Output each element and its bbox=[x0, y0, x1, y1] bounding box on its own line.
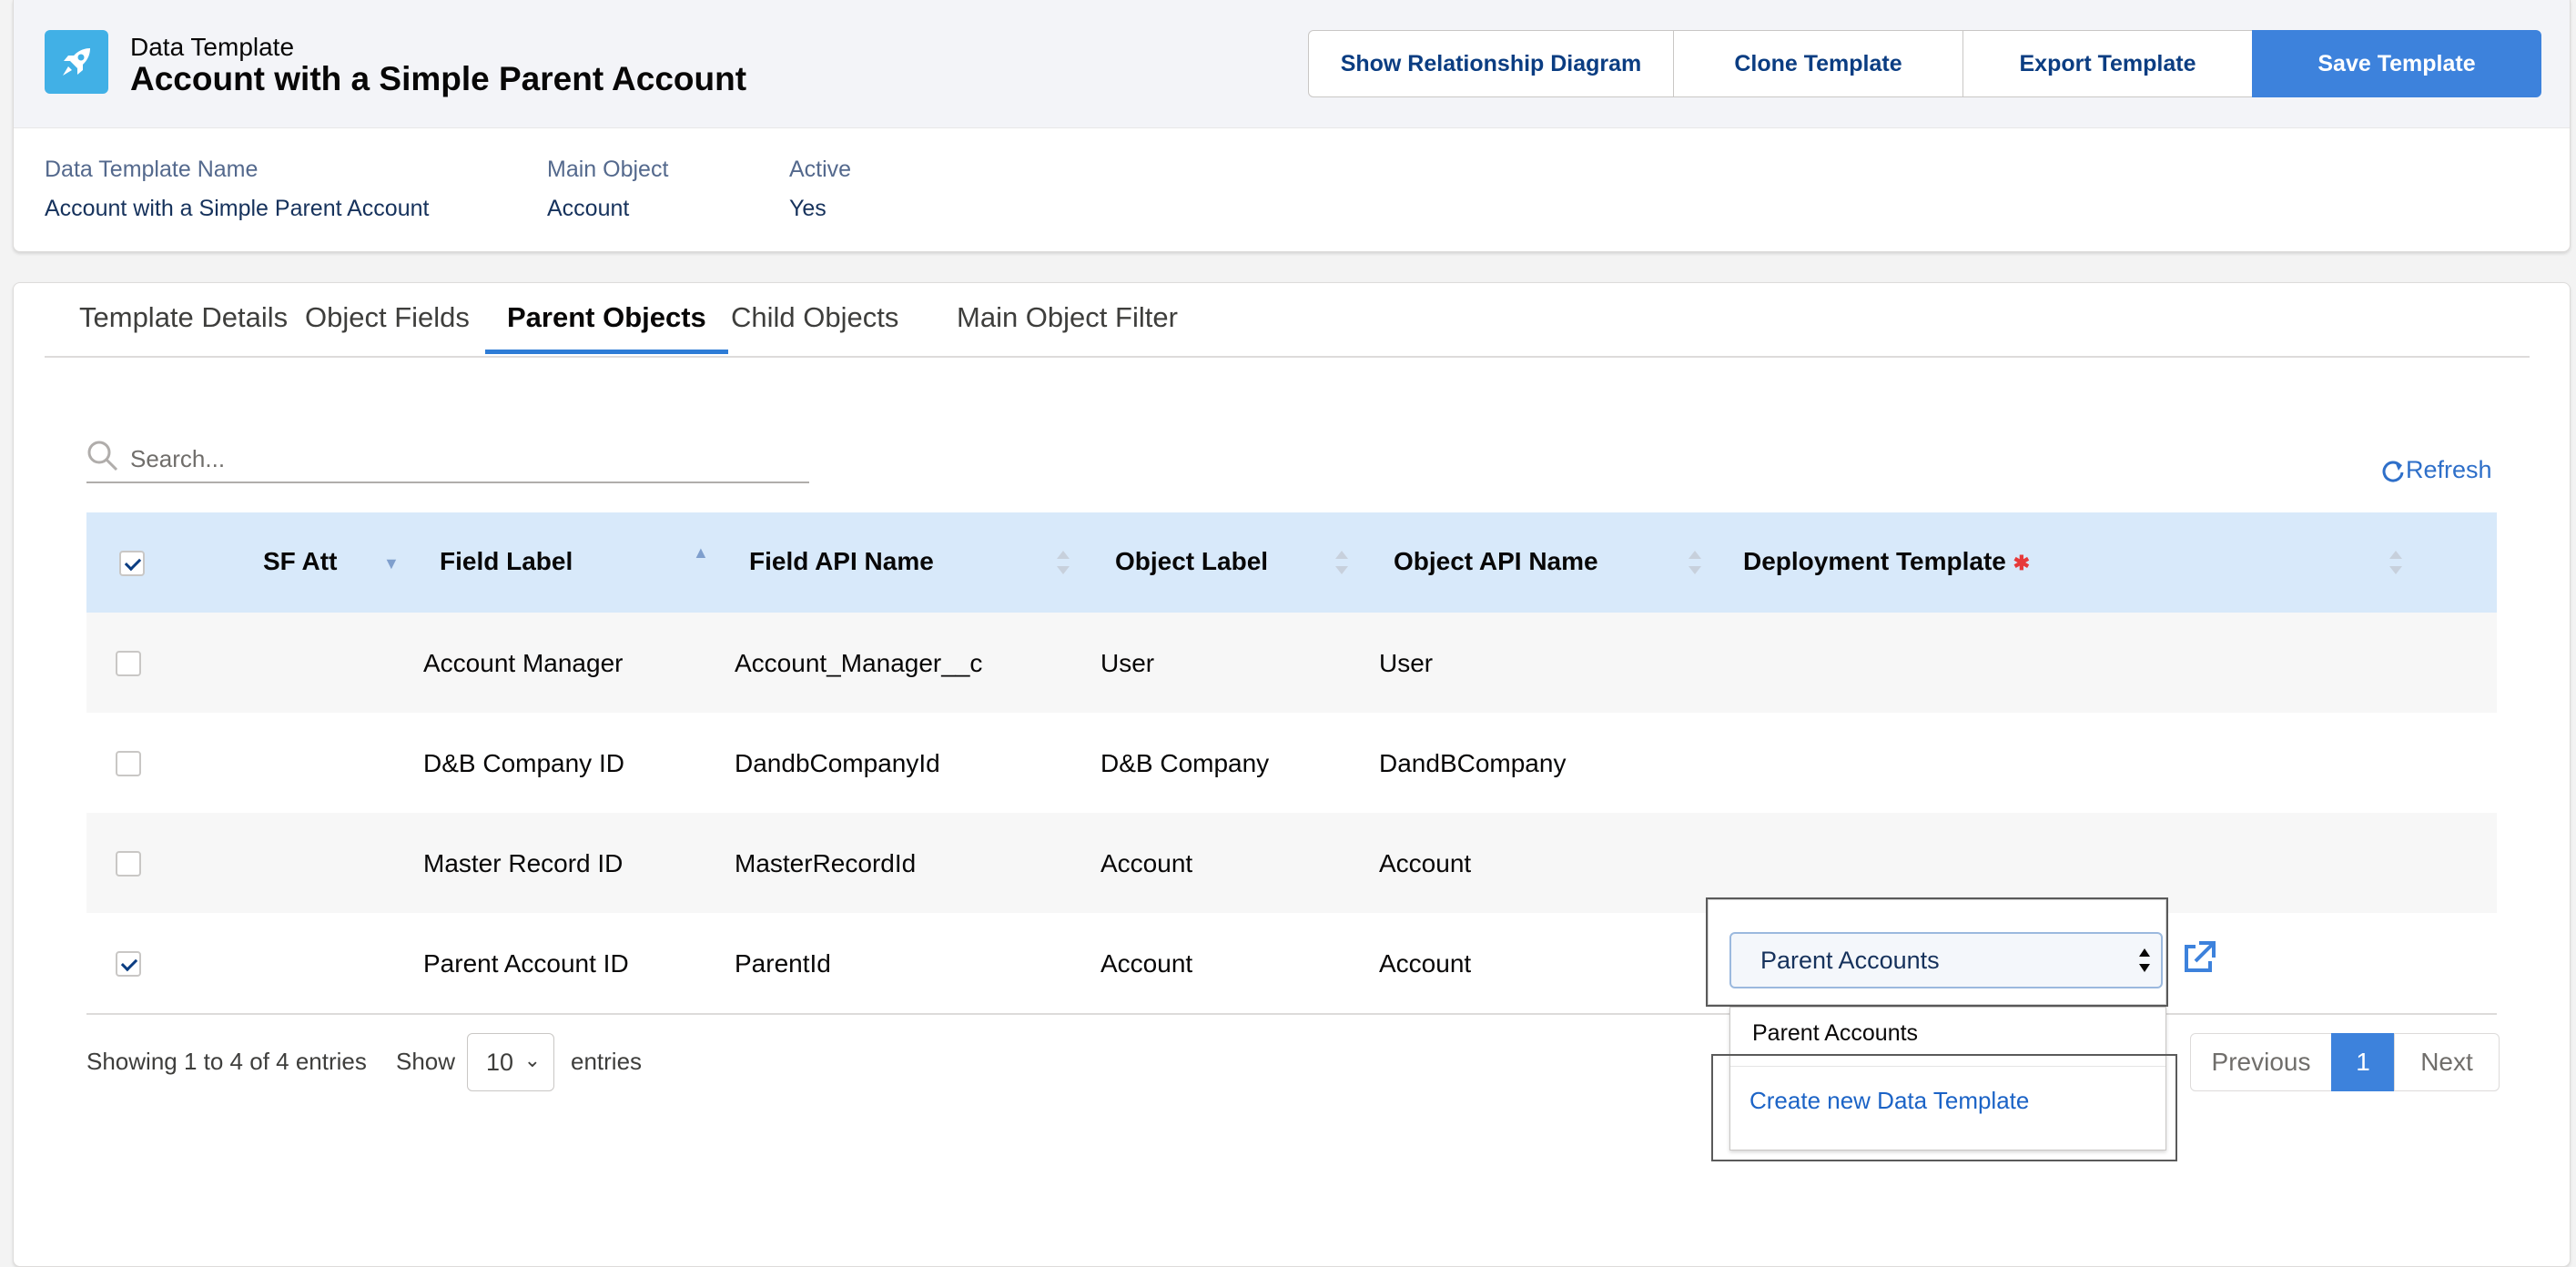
sort-icon[interactable] bbox=[2389, 551, 2402, 574]
header-object-api-name[interactable]: Object API Name bbox=[1394, 547, 1598, 576]
tab-parent-objects[interactable]: Parent Objects bbox=[485, 301, 728, 354]
header-button-group: Show Relationship Diagram Clone Template… bbox=[1308, 30, 2541, 97]
sort-icon[interactable] bbox=[1057, 551, 1070, 574]
select-arrows-icon bbox=[2139, 947, 2152, 974]
tab-object-fields[interactable]: Object Fields bbox=[283, 301, 492, 354]
export-template-button[interactable]: Export Template bbox=[1962, 30, 2253, 97]
page-title: Account with a Simple Parent Account bbox=[130, 60, 747, 97]
show-relationship-diagram-button[interactable]: Show Relationship Diagram bbox=[1308, 30, 1674, 97]
cell-field-api-name: Account_Manager__c bbox=[735, 649, 983, 677]
page-size-select[interactable]: 10 ⌄ bbox=[467, 1033, 554, 1091]
row-checkbox[interactable] bbox=[116, 951, 141, 977]
sort-icon[interactable] bbox=[1689, 551, 1701, 574]
page-1-button[interactable]: 1 bbox=[2331, 1033, 2395, 1091]
header-object-label[interactable]: Object Label bbox=[1115, 547, 1268, 576]
header-field-label[interactable]: Field Label bbox=[440, 547, 573, 576]
search-icon bbox=[87, 441, 118, 471]
cell-object-label: Account bbox=[1100, 849, 1193, 877]
refresh-link[interactable]: Refresh bbox=[2380, 456, 2492, 484]
cell-object-api-name: DandBCompany bbox=[1379, 749, 1567, 777]
clone-template-button[interactable]: Clone Template bbox=[1673, 30, 1963, 97]
field-label: Active bbox=[789, 157, 852, 182]
record-header: Data Template Account with a Simple Pare… bbox=[13, 0, 2571, 252]
select-all-checkbox[interactable] bbox=[119, 551, 145, 576]
show-label: Show bbox=[396, 1048, 456, 1075]
cell-field-label: Account Manager bbox=[423, 649, 624, 677]
field-main-object: Main Object Account bbox=[547, 157, 668, 222]
cell-field-api-name: DandbCompanyId bbox=[735, 749, 940, 777]
refresh-label: Refresh bbox=[2406, 456, 2492, 483]
cell-object-api-name: User bbox=[1379, 649, 1434, 677]
field-value: Yes bbox=[789, 196, 827, 221]
header-deployment-template[interactable]: Deployment Template ✱ bbox=[1743, 547, 2030, 576]
entries-label: entries bbox=[571, 1048, 643, 1075]
header-top-bar: Data Template Account with a Simple Pare… bbox=[14, 0, 2570, 128]
field-value: Account bbox=[547, 196, 630, 221]
sort-desc-icon[interactable]: ▼ bbox=[383, 554, 400, 573]
create-new-data-template-option[interactable]: Create new Data Template bbox=[1749, 1087, 2029, 1115]
header-field-api-name[interactable]: Field API Name bbox=[749, 547, 934, 576]
row-checkbox[interactable] bbox=[116, 751, 141, 776]
open-external-icon[interactable] bbox=[2179, 939, 2217, 982]
cell-object-label: User bbox=[1100, 649, 1155, 677]
pagination: Previous 1 Next bbox=[2190, 1033, 2500, 1091]
header-deployment-label: Deployment Template bbox=[1743, 547, 2006, 575]
field-label: Data Template Name bbox=[45, 157, 259, 182]
field-template-name: Data Template Name Account with a Simple… bbox=[45, 157, 429, 222]
main-card: Template Details Object Fields Parent Ob… bbox=[13, 282, 2571, 1267]
tab-main-object-filter[interactable]: Main Object Filter bbox=[935, 301, 1200, 354]
chevron-down-icon: ⌄ bbox=[523, 1049, 541, 1071]
page-size-value: 10 bbox=[486, 1048, 514, 1076]
header-sf-att[interactable]: SF Att bbox=[263, 547, 337, 576]
rocket-icon bbox=[45, 30, 108, 94]
table-header-row: SF Att ▼ Field Label ▲ Field API Name Ob… bbox=[86, 512, 2497, 613]
required-icon: ✱ bbox=[2013, 552, 2031, 574]
field-value: Account with a Simple Parent Account bbox=[45, 196, 430, 221]
tab-bar: Template Details Object Fields Parent Ob… bbox=[45, 283, 2530, 358]
cell-object-api-name: Account bbox=[1379, 949, 1472, 978]
sort-asc-icon[interactable]: ▲ bbox=[693, 543, 709, 563]
cell-field-api-name: ParentId bbox=[735, 949, 831, 978]
cell-field-label: Parent Account ID bbox=[423, 949, 629, 978]
previous-page-button[interactable]: Previous bbox=[2190, 1033, 2332, 1091]
dropdown-option[interactable]: Parent Accounts bbox=[1752, 1020, 1918, 1047]
cell-field-label: Master Record ID bbox=[423, 849, 624, 877]
field-label: Main Object bbox=[547, 157, 669, 182]
cell-field-label: D&B Company ID bbox=[423, 749, 624, 777]
deployment-template-select[interactable]: Parent Accounts bbox=[1729, 932, 2163, 988]
row-checkbox[interactable] bbox=[116, 651, 141, 676]
cell-object-label: D&B Company bbox=[1100, 749, 1270, 777]
next-page-button[interactable]: Next bbox=[2394, 1033, 2500, 1091]
table-row: Account Manager Account_Manager__c User … bbox=[86, 613, 2497, 713]
search-input[interactable] bbox=[128, 441, 787, 476]
cell-field-api-name: MasterRecordId bbox=[735, 849, 917, 877]
refresh-icon bbox=[2382, 461, 2404, 482]
tab-template-details[interactable]: Template Details bbox=[57, 301, 309, 354]
sort-icon[interactable] bbox=[1335, 551, 1348, 574]
deployment-select-value: Parent Accounts bbox=[1760, 946, 1940, 974]
cell-object-label: Account bbox=[1100, 949, 1193, 978]
cell-object-api-name: Account bbox=[1379, 849, 1472, 877]
tab-child-objects[interactable]: Child Objects bbox=[709, 301, 920, 354]
search-box bbox=[86, 436, 809, 483]
object-type-label: Data Template bbox=[130, 33, 295, 61]
row-checkbox[interactable] bbox=[116, 851, 141, 877]
field-active: Active Yes bbox=[789, 157, 851, 222]
entries-summary: Showing 1 to 4 of 4 entries bbox=[86, 1048, 367, 1075]
table-row: D&B Company ID DandbCompanyId D&B Compan… bbox=[86, 713, 2497, 813]
save-template-button[interactable]: Save Template bbox=[2252, 30, 2541, 97]
